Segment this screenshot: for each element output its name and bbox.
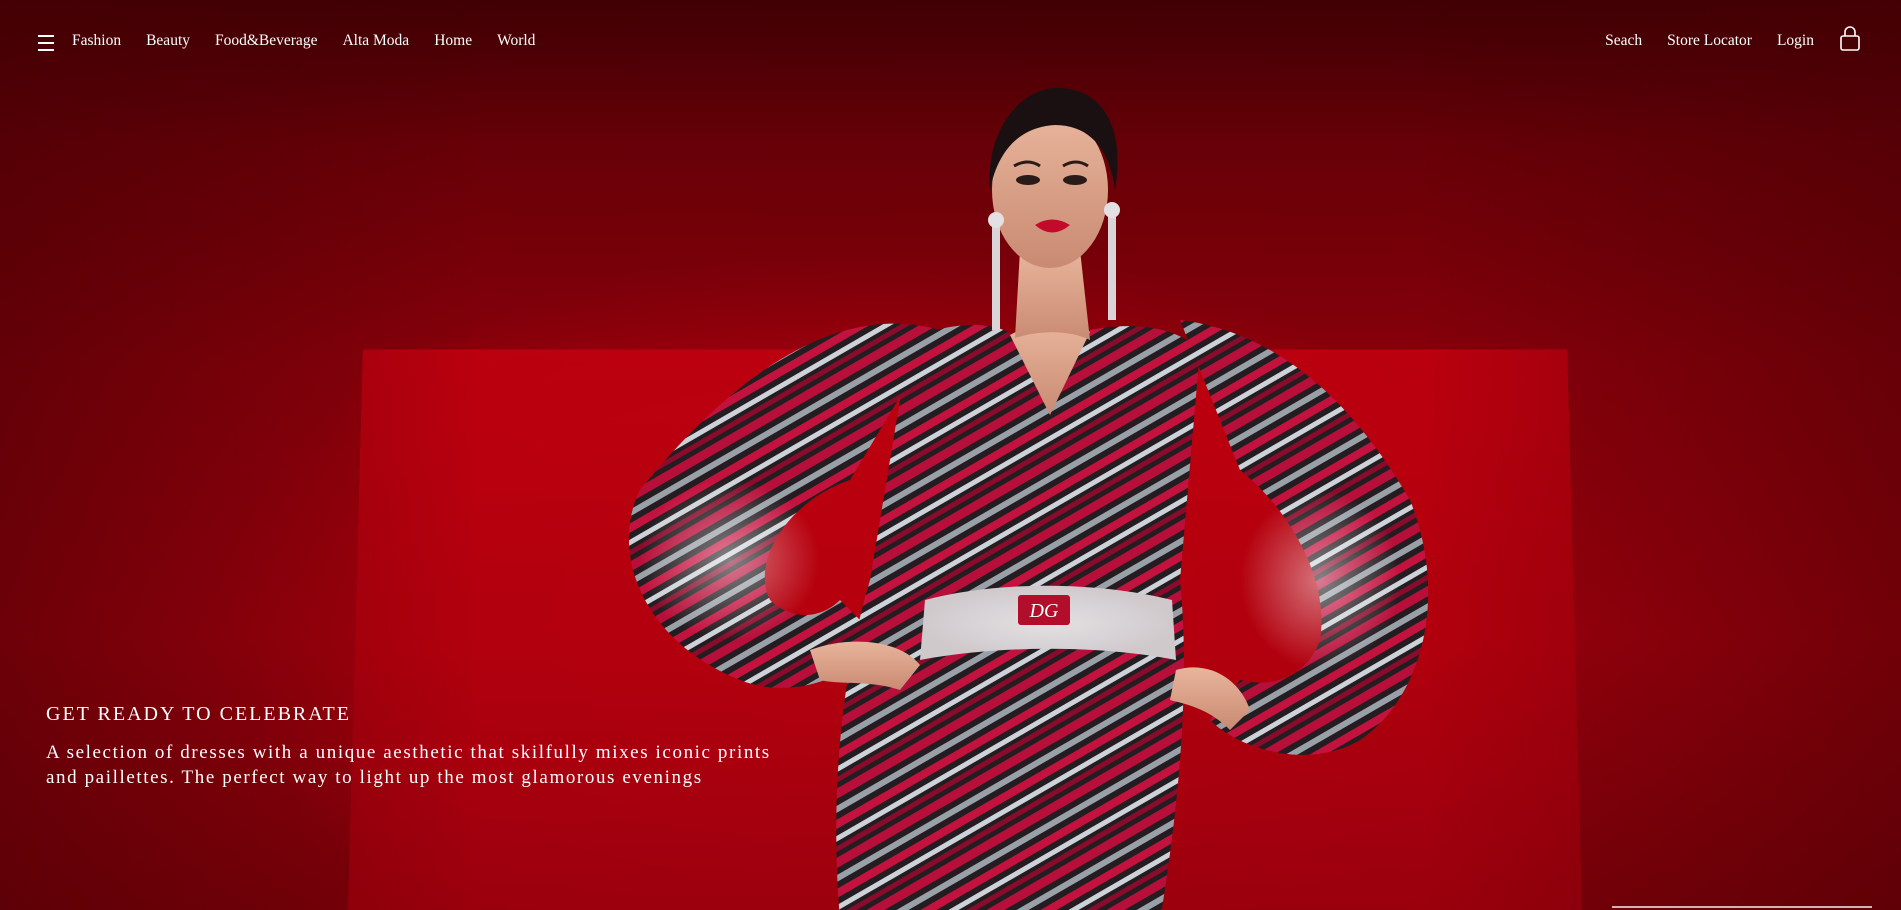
belt-logo: DG	[1029, 600, 1059, 622]
nav-item-home[interactable]: Home	[434, 32, 472, 50]
store-locator-link[interactable]: Store Locator	[1667, 32, 1752, 50]
hero-description: A selection of dresses with a unique aes…	[46, 740, 926, 790]
login-link[interactable]: Login	[1777, 32, 1814, 50]
utility-nav: Seach Store Locator Login	[1605, 26, 1861, 52]
nav-item-beauty[interactable]: Beauty	[146, 32, 190, 50]
nav-item-world[interactable]: World	[497, 32, 535, 50]
nav-item-fashion[interactable]: Fashion	[72, 32, 121, 50]
carousel-progress-bar[interactable]	[1612, 906, 1872, 908]
primary-nav: Fashion Beauty Food&Beverage Alta Moda H…	[38, 31, 560, 51]
nav-item-alta-moda[interactable]: Alta Moda	[342, 32, 409, 50]
nav-item-food-beverage[interactable]: Food&Beverage	[215, 32, 317, 50]
top-navigation: Fashion Beauty Food&Beverage Alta Moda H…	[0, 0, 1901, 82]
shopping-bag-icon[interactable]	[1839, 26, 1861, 52]
search-link[interactable]: Seach	[1605, 32, 1642, 50]
hero-copy: GET READY TO CELEBRATE A selection of dr…	[46, 703, 926, 790]
hamburger-menu-icon[interactable]	[38, 35, 56, 51]
hero-description-line-2: and paillettes. The perfect way to light…	[46, 767, 703, 788]
hero-title[interactable]: GET READY TO CELEBRATE	[46, 703, 926, 726]
hero-description-line-1: A selection of dresses with a unique aes…	[46, 742, 771, 763]
